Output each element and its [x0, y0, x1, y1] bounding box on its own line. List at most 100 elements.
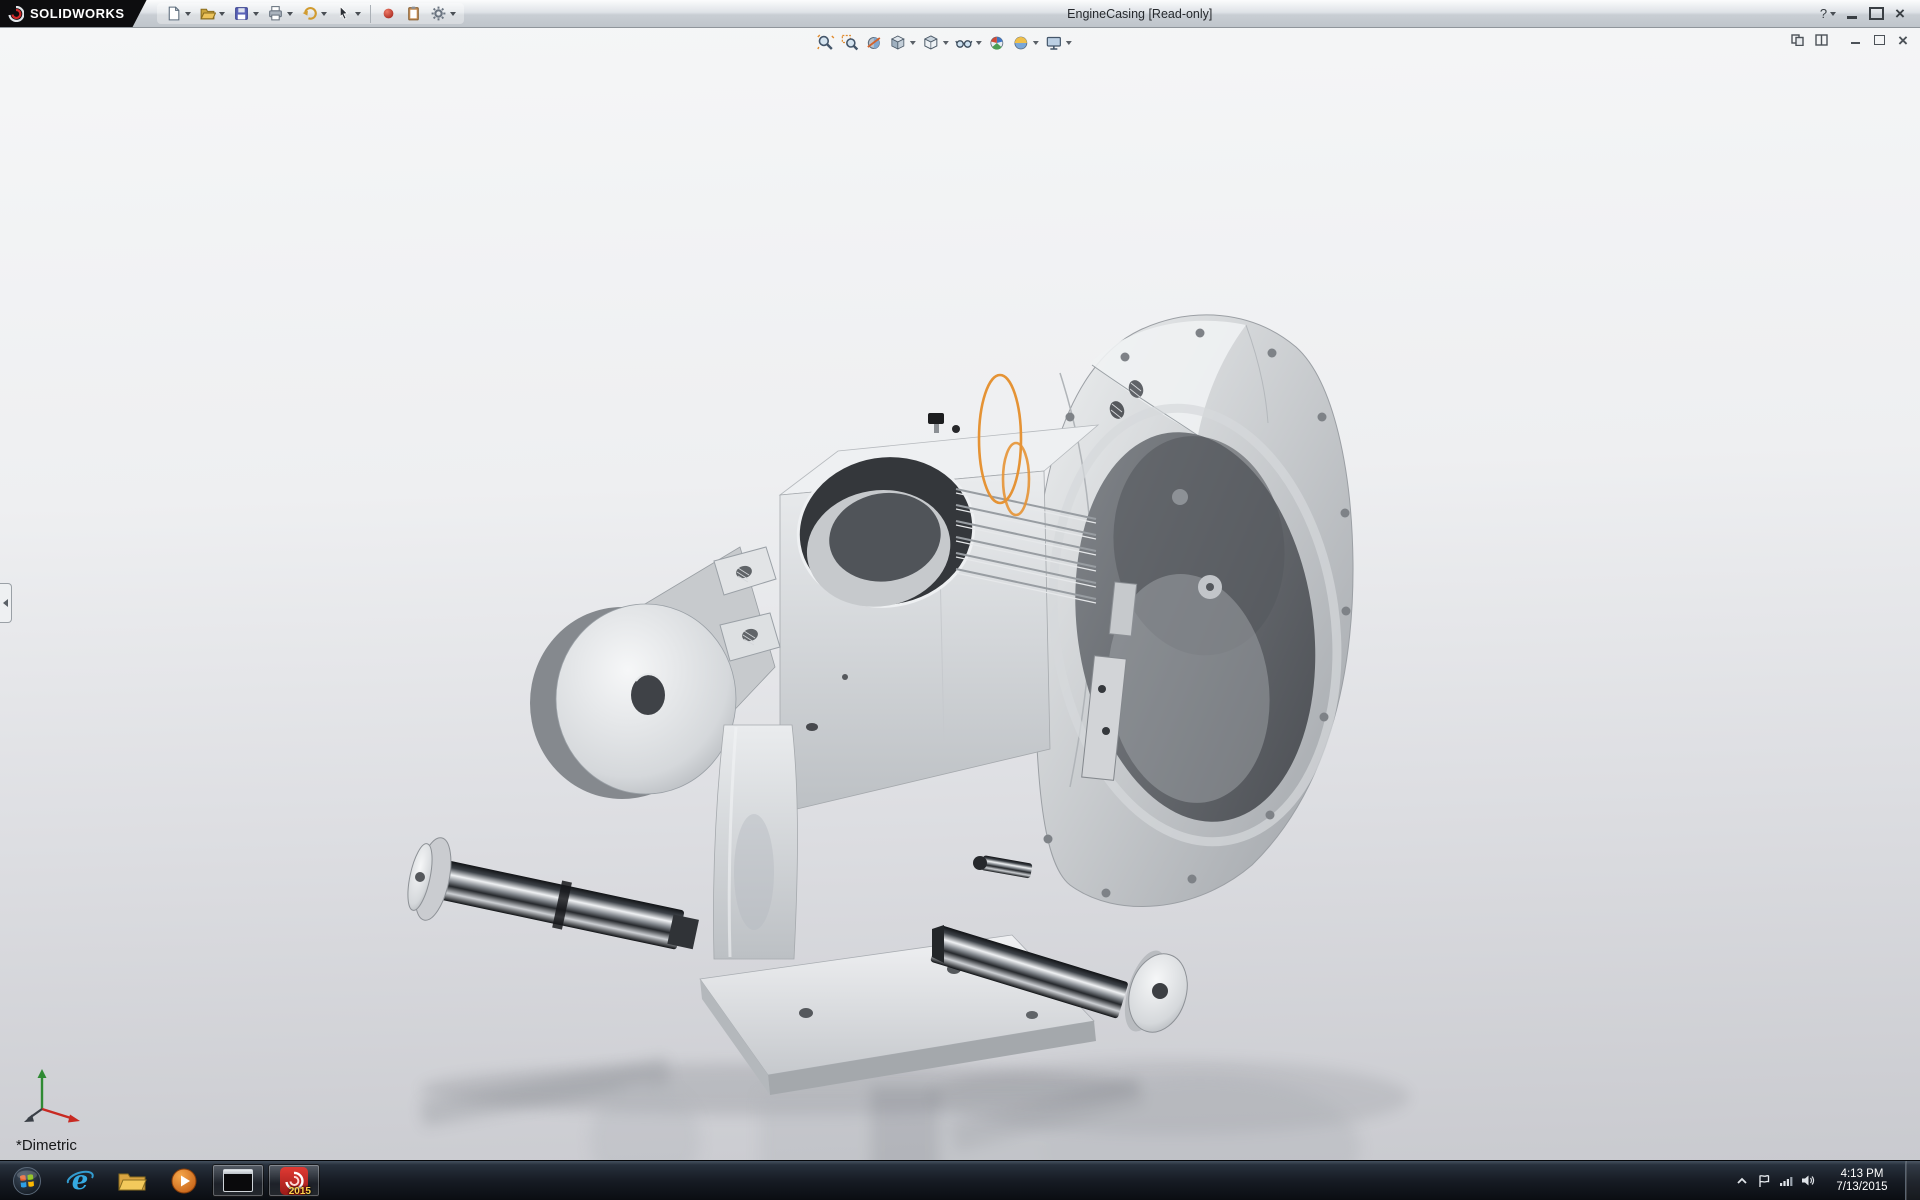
- tray-network[interactable]: [1775, 1161, 1797, 1200]
- select-tool-button[interactable]: [333, 4, 363, 23]
- view-orientation-cube-icon: [889, 34, 907, 52]
- help-button[interactable]: ?: [1816, 4, 1840, 24]
- section-view-button[interactable]: [862, 32, 886, 54]
- split-icon: [1815, 34, 1828, 46]
- clock-time: 4:13 PM: [1823, 1168, 1901, 1181]
- feature-manager-flyout-tab[interactable]: [0, 583, 12, 623]
- solidworks-app-icon: 2015: [280, 1167, 308, 1195]
- taskbar-solidworks[interactable]: 2015: [268, 1164, 320, 1197]
- save-button[interactable]: [231, 4, 261, 23]
- split-pane-button[interactable]: [1810, 31, 1832, 49]
- view-orientation-button[interactable]: [886, 32, 919, 54]
- document-title: EngineCasing [Read-only]: [464, 7, 1816, 21]
- taskbar-command-prompt[interactable]: [212, 1164, 264, 1197]
- glasses-icon: [955, 34, 973, 52]
- taskbar-file-explorer[interactable]: [107, 1161, 157, 1200]
- appearance-sphere-icon: [988, 34, 1006, 52]
- doc-close-button[interactable]: ×: [1892, 31, 1914, 49]
- red-sphere-icon: [380, 5, 397, 22]
- open-button[interactable]: [197, 4, 227, 23]
- close-icon: ×: [1898, 32, 1908, 49]
- taskbar-clock[interactable]: 4:13 PM 7/13/2015: [1819, 1168, 1905, 1194]
- reference-triad: [24, 1063, 84, 1127]
- chevron-down-icon[interactable]: [910, 41, 916, 45]
- properties-button[interactable]: [403, 4, 424, 23]
- clock-date: 7/13/2015: [1823, 1181, 1901, 1194]
- solidworks-window: SOLIDWORKS: [0, 0, 1920, 1200]
- chevron-down-icon[interactable]: [355, 12, 361, 16]
- chevron-down-icon[interactable]: [1033, 41, 1039, 45]
- new-document-icon: [165, 5, 182, 22]
- tray-volume[interactable]: [1797, 1161, 1819, 1200]
- command-prompt-icon: [223, 1169, 253, 1192]
- tray-show-hidden-icons[interactable]: [1731, 1161, 1753, 1200]
- chevron-down-icon: [1830, 12, 1836, 16]
- start-button[interactable]: [0, 1161, 54, 1200]
- chevron-down-icon[interactable]: [219, 12, 225, 16]
- minimize-icon: [1847, 16, 1857, 19]
- doc-restore-button[interactable]: [1868, 31, 1890, 49]
- hide-show-items-button[interactable]: [952, 32, 985, 54]
- chevron-down-icon[interactable]: [287, 12, 293, 16]
- chevron-left-icon: [3, 599, 8, 607]
- chevron-down-icon[interactable]: [185, 12, 191, 16]
- clipboard-icon: [405, 5, 422, 22]
- show-desktop-button[interactable]: [1905, 1161, 1920, 1200]
- chevron-down-icon[interactable]: [321, 12, 327, 16]
- chevron-down-icon[interactable]: [253, 12, 259, 16]
- zoom-to-fit-button[interactable]: [814, 32, 838, 54]
- display-style-button[interactable]: [919, 32, 952, 54]
- display-style-cube-icon: [922, 34, 940, 52]
- window-controls: ? ×: [1816, 4, 1912, 24]
- solidworks-year-badge: 2015: [289, 1186, 311, 1197]
- media-player-icon: [170, 1167, 198, 1195]
- quick-access-toolbar: [157, 3, 464, 24]
- engine-casing-body[interactable]: [1026, 315, 1364, 907]
- network-bars-icon: [1779, 1175, 1793, 1187]
- undo-button[interactable]: [299, 4, 329, 23]
- heads-up-view-toolbar: [814, 32, 1075, 54]
- solidworks-logo: SOLIDWORKS: [0, 0, 147, 27]
- brand-text: SOLIDWORKS: [30, 6, 125, 21]
- document-window-controls: ×: [1784, 31, 1914, 49]
- taskbar-internet-explorer[interactable]: e: [55, 1161, 105, 1200]
- small-pin[interactable]: [973, 855, 1033, 878]
- shaft-left[interactable]: [403, 835, 701, 957]
- help-icon: ?: [1820, 6, 1827, 21]
- section-view-icon: [865, 34, 883, 52]
- options-button[interactable]: [428, 4, 458, 23]
- taskbar-media-player[interactable]: [159, 1161, 209, 1200]
- stand-column[interactable]: [713, 725, 797, 959]
- top-fittings[interactable]: [928, 413, 960, 433]
- zoom-to-area-icon: [841, 34, 859, 52]
- chevron-down-icon[interactable]: [1066, 41, 1072, 45]
- new-document-button[interactable]: [163, 4, 193, 23]
- maximize-button[interactable]: [1864, 4, 1888, 24]
- print-button[interactable]: [265, 4, 295, 23]
- apply-scene-button[interactable]: [1009, 32, 1042, 54]
- chevron-down-icon[interactable]: [976, 41, 982, 45]
- undo-arrow-icon: [301, 5, 318, 22]
- open-folder-icon: [199, 5, 216, 22]
- graphics-area[interactable]: × *Dimetric: [0, 27, 1920, 1161]
- close-icon: ×: [1895, 5, 1905, 22]
- minimize-button[interactable]: [1840, 4, 1864, 24]
- speaker-icon: [1801, 1174, 1815, 1187]
- windows-start-icon: [12, 1166, 42, 1196]
- doc-minimize-button[interactable]: [1844, 31, 1866, 49]
- zoom-to-fit-icon: [817, 34, 835, 52]
- monitor-icon: [1045, 34, 1063, 52]
- view-settings-button[interactable]: [1042, 32, 1075, 54]
- instant3d-button[interactable]: [378, 4, 399, 23]
- folder-icon: [117, 1169, 147, 1193]
- model-canvas[interactable]: [0, 27, 1920, 1161]
- tile-panes-button[interactable]: [1786, 31, 1808, 49]
- title-bar: SOLIDWORKS: [0, 0, 1920, 28]
- chevron-down-icon[interactable]: [450, 12, 456, 16]
- edit-appearance-button[interactable]: [985, 32, 1009, 54]
- chevron-down-icon[interactable]: [943, 41, 949, 45]
- zoom-to-area-button[interactable]: [838, 32, 862, 54]
- close-button[interactable]: ×: [1888, 4, 1912, 24]
- tray-action-center[interactable]: [1753, 1161, 1775, 1200]
- ie-orbit-ring: [65, 1166, 95, 1196]
